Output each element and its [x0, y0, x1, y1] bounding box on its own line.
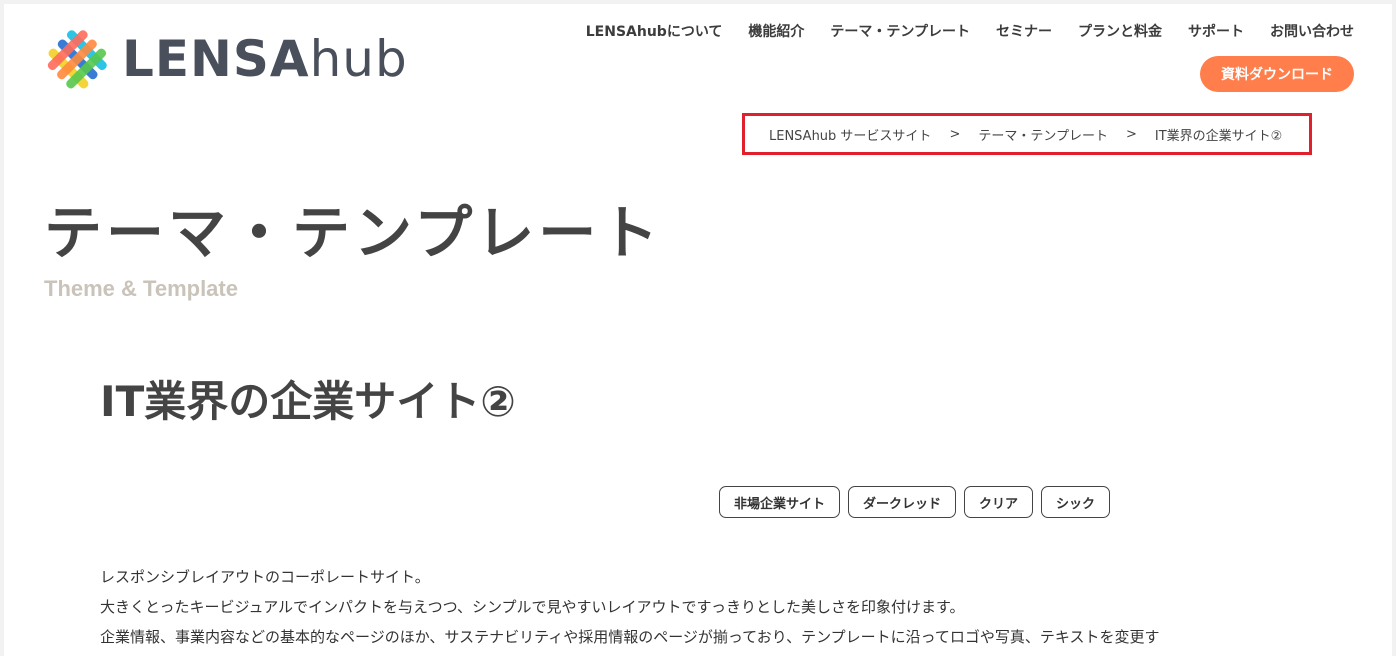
- nav-item-about[interactable]: LENSAhubについて: [586, 21, 723, 41]
- nav-item-pricing[interactable]: プランと料金: [1078, 21, 1162, 41]
- breadcrumb-item-current: IT業界の企業サイト②: [1154, 128, 1283, 144]
- description-line: 大きくとったキービジュアルでインパクトを与えつつ、シンプルで見やすいレイアウトで…: [100, 598, 965, 616]
- nav-item-seminar[interactable]: セミナー: [996, 21, 1052, 41]
- lensahub-logo-icon: [44, 28, 112, 90]
- logo-text-strong: LENSA: [122, 30, 310, 88]
- description: レスポンシブレイアウトのコーポレートサイト。 大きくとったキービジュアルでインパ…: [100, 562, 1340, 652]
- page-subtitle: Theme & Template: [44, 276, 238, 301]
- nav-item-features[interactable]: 機能紹介: [748, 21, 804, 41]
- main-nav: LENSAhubについて 機能紹介 テーマ・テンプレート セミナー プランと料金…: [560, 21, 1354, 41]
- page: LENSAhub LENSAhubについて 機能紹介 テーマ・テンプレート セミ…: [4, 4, 1392, 656]
- logo-text-light: hub: [309, 30, 408, 88]
- content-title: IT業界の企業サイト②: [100, 377, 516, 426]
- tag-item[interactable]: クリア: [964, 486, 1034, 518]
- breadcrumb-separator: >: [949, 126, 961, 142]
- breadcrumb: LENSAhub サービスサイト > テーマ・テンプレート > IT業界の企業サ…: [742, 113, 1312, 155]
- tag-item[interactable]: 非場企業サイト: [719, 486, 841, 518]
- description-line: 企業情報、事業内容などの基本的なページのほか、サステナビリティや採用情報のページ…: [100, 628, 1160, 646]
- tag-item[interactable]: ダークレッド: [848, 486, 957, 518]
- logo-text: LENSAhub: [122, 34, 408, 84]
- description-line: レスポンシブレイアウトのコーポレートサイト。: [100, 568, 430, 586]
- tag-list: 非場企業サイト ダークレッド クリア シック: [719, 486, 1111, 518]
- download-button[interactable]: 資料ダウンロード: [1200, 56, 1354, 92]
- nav-item-contact[interactable]: お問い合わせ: [1270, 21, 1354, 41]
- nav-item-support[interactable]: サポート: [1188, 21, 1244, 41]
- breadcrumb-item-themes[interactable]: テーマ・テンプレート: [978, 125, 1108, 144]
- nav-item-themes[interactable]: テーマ・テンプレート: [830, 21, 970, 41]
- breadcrumb-separator: >: [1125, 126, 1137, 142]
- tag-item[interactable]: シック: [1041, 486, 1111, 518]
- page-title: テーマ・テンプレート: [44, 199, 663, 267]
- breadcrumb-item-home[interactable]: LENSAhub サービスサイト: [769, 125, 931, 144]
- logo[interactable]: LENSAhub: [44, 28, 408, 90]
